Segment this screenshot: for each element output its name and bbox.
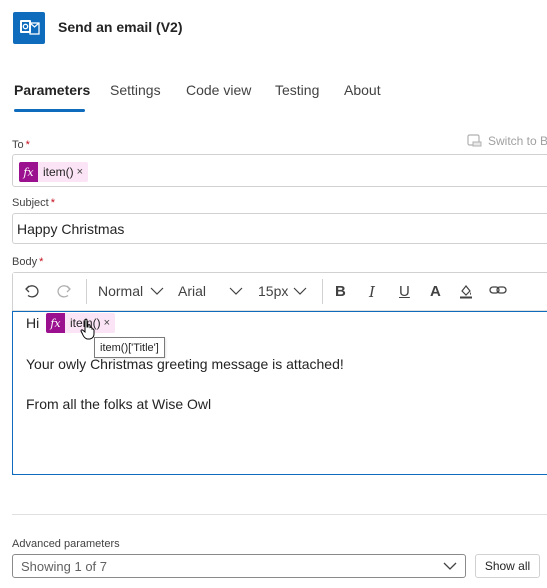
switch-to-button[interactable]: Switch to B	[467, 134, 547, 148]
tab-settings[interactable]: Settings	[110, 82, 161, 116]
show-all-button[interactable]: Show all	[475, 554, 540, 578]
redo-icon[interactable]	[56, 283, 72, 299]
highlight-icon[interactable]	[458, 283, 474, 299]
chevron-down-icon	[229, 287, 243, 295]
bold-icon[interactable]: B	[335, 283, 346, 300]
chevron-down-icon	[443, 562, 457, 570]
toolbar-divider	[86, 279, 87, 304]
subject-value[interactable]: Happy Christmas	[17, 221, 124, 237]
tab-about[interactable]: About	[344, 82, 381, 116]
toolbar-divider	[322, 279, 323, 304]
section-divider	[12, 514, 547, 515]
link-icon[interactable]	[489, 283, 507, 297]
chevron-down-icon	[293, 287, 307, 295]
advanced-parameters-label: Advanced parameters	[12, 538, 120, 550]
body-label: Body *	[12, 256, 44, 268]
undo-icon[interactable]	[24, 283, 40, 299]
greeting-text: Hi	[26, 315, 40, 331]
to-label: To *	[12, 139, 30, 151]
font-size-dropdown[interactable]: 15px	[258, 283, 308, 299]
remove-token-icon[interactable]: ×	[104, 317, 115, 329]
to-expression-token[interactable]: fx item() ×	[19, 162, 89, 182]
function-icon: fx	[46, 313, 65, 333]
font-family-dropdown[interactable]: Arial	[178, 283, 244, 299]
active-tab-indicator	[14, 109, 85, 112]
italic-icon[interactable]: I	[369, 283, 375, 301]
paragraph-style-dropdown[interactable]: Normal	[98, 283, 165, 299]
tab-code-view[interactable]: Code view	[186, 82, 251, 116]
remove-token-icon[interactable]: ×	[77, 166, 88, 178]
function-icon: fx	[19, 162, 38, 182]
tab-testing[interactable]: Testing	[275, 82, 319, 116]
chevron-down-icon	[150, 287, 164, 295]
to-field[interactable]	[12, 154, 547, 187]
font-color-icon[interactable]: A	[430, 283, 441, 300]
body-line-message: Your owly Christmas greeting message is …	[26, 356, 344, 372]
outlook-icon	[13, 12, 45, 44]
body-line-signoff: From all the folks at Wise Owl	[26, 396, 212, 412]
switch-mode-icon	[467, 134, 482, 147]
underline-icon[interactable]: U	[399, 283, 410, 300]
page-title: Send an email (V2)	[58, 19, 183, 35]
token-tooltip: item()['Title']	[94, 337, 165, 358]
subject-label: Subject *	[12, 197, 55, 209]
advanced-parameters-select[interactable]: Showing 1 of 7	[12, 554, 466, 578]
